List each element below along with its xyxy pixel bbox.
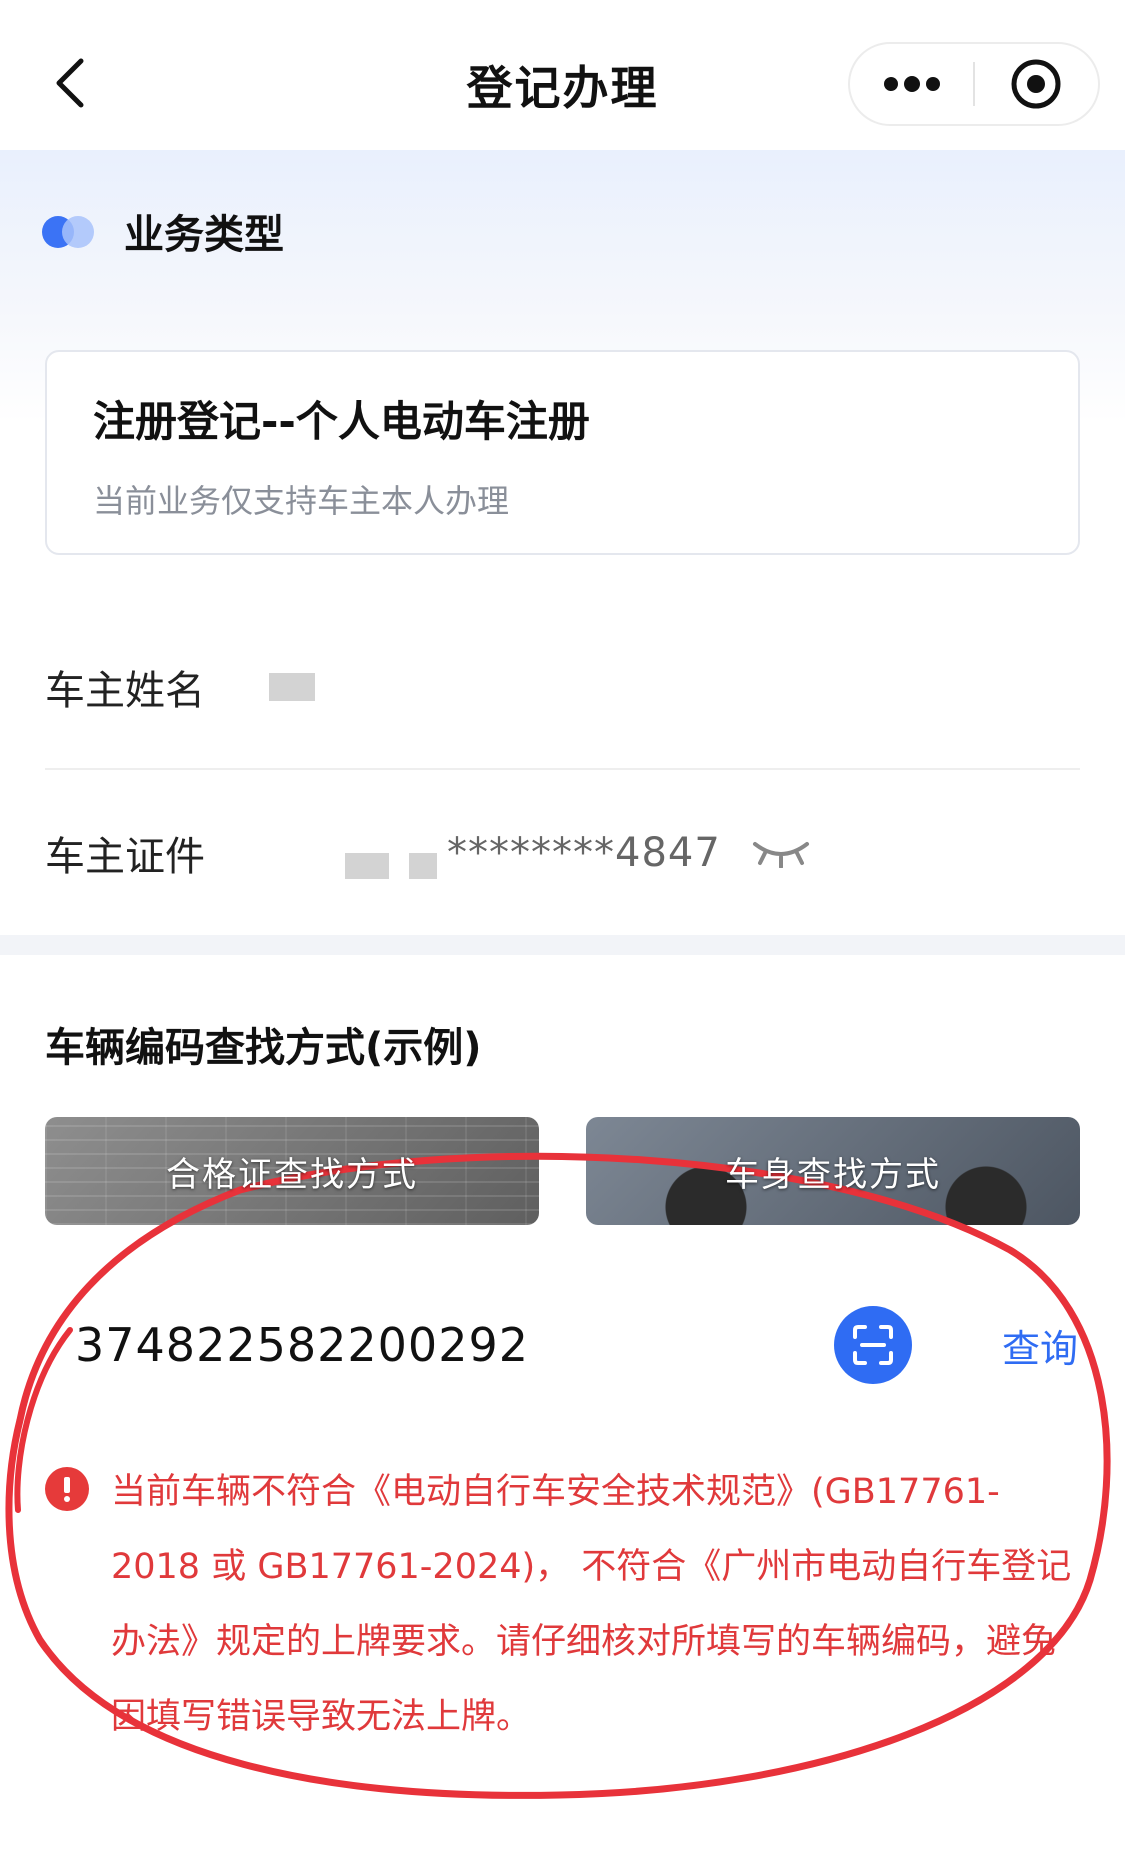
owner-id-masked: [345, 852, 389, 879]
business-name: 注册登记--个人电动车注册: [93, 397, 590, 446]
business-type-card[interactable]: 注册登记--个人电动车注册 当前业务仅支持车主本人办理: [45, 350, 1080, 555]
business-note: 当前业务仅支持车主本人办理: [93, 482, 510, 520]
nav-header: 登记办理: [0, 0, 1125, 150]
scan-icon: [852, 1325, 893, 1365]
vehicle-code-title: 车辆编码查找方式(示例): [45, 1025, 482, 1071]
eye-closed-icon: [752, 841, 809, 868]
section-toggle-icon: [42, 214, 98, 248]
toggle-id-visibility-button[interactable]: [749, 833, 813, 873]
target-close-icon: [1011, 59, 1061, 109]
mini-program-capsule: [848, 42, 1100, 126]
owner-id-value: ********4847: [447, 829, 721, 876]
section-gap: [0, 935, 1125, 955]
owner-id-row: 车主证件 ********4847: [45, 770, 1080, 935]
query-button[interactable]: 查询: [1002, 1318, 1078, 1373]
owner-name-row: 车主姓名: [45, 605, 1080, 770]
vehicle-body-lookup-label: 车身查找方式: [725, 1154, 941, 1195]
error-message: 当前车辆不符合《电动自行车安全技术规范》(GB17761-2018 或 GB17…: [111, 1472, 1072, 1737]
business-type-title: 业务类型: [124, 212, 284, 258]
vehicle-code-row: 查询: [45, 1270, 1080, 1420]
certificate-lookup-label: 合格证查找方式: [166, 1154, 418, 1195]
owner-name-masked: [269, 672, 315, 701]
vehicle-code-section: 车辆编码查找方式(示例) 合格证查找方式 车身查找方式 查询 当前车辆不符合《电…: [0, 935, 1125, 1855]
certificate-lookup-button[interactable]: 合格证查找方式: [45, 1117, 539, 1225]
error-message-box: 当前车辆不符合《电动自行车安全技术规范》(GB17761-2018 或 GB17…: [45, 1455, 1080, 1755]
owner-info-section: 车主姓名 车主证件 ********4847: [0, 605, 1125, 935]
owner-id-masked-2: [409, 852, 437, 879]
owner-id-label: 车主证件: [45, 833, 205, 880]
scan-button[interactable]: [833, 1306, 912, 1384]
owner-name-label: 车主姓名: [45, 667, 205, 714]
close-button[interactable]: [975, 44, 1098, 124]
business-type-section: 业务类型 注册登记--个人电动车注册 当前业务仅支持车主本人办理: [0, 150, 1125, 605]
more-dots-icon: [883, 76, 940, 92]
vehicle-code-input[interactable]: [45, 1305, 834, 1385]
vehicle-body-lookup-button[interactable]: 车身查找方式: [586, 1117, 1080, 1225]
more-button[interactable]: [850, 44, 973, 124]
business-type-header: 业务类型: [42, 202, 284, 260]
error-alert-icon: [45, 1467, 89, 1511]
